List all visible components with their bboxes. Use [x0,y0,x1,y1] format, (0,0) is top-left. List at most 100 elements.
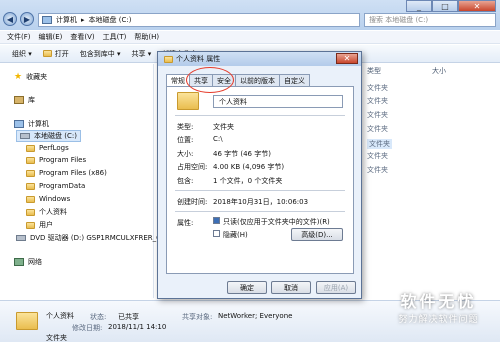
menu-tools[interactable]: 工具(T) [103,32,127,42]
computer-icon [42,16,52,24]
sidebar-label: 本地磁盘 (C:) [34,132,77,140]
maximize-button[interactable]: □ [432,0,458,12]
sidebar-label: Program Files (x86) [39,169,107,177]
apply-button[interactable]: 应用(A) [316,281,356,294]
ok-button[interactable]: 确定 [227,281,267,294]
checkbox[interactable] [213,230,220,237]
forward-button[interactable]: ▶ [20,12,34,26]
prop-value: 2018年10月31日，10:06:03 [213,198,309,206]
prop-value: C:\ [213,135,223,143]
sidebar-label: Program Files [39,156,87,164]
dialog-close-button[interactable]: ✕ [336,53,358,64]
general-panel: 个人资料 类型: 文件夹 位置: C:\ 大小: 46 字节 (46 字节) 占用空间… [166,86,354,274]
prop-row-type: 类型: 文件夹 [177,122,234,132]
back-button[interactable]: ◀ [3,12,17,26]
readonly-checkbox[interactable]: 只读(仅应用于文件夹中的文件)(R) [213,217,330,227]
dialog-title: 个人资料 属性 [176,55,221,63]
prop-label: 创建时间: [177,198,208,206]
column-header-size[interactable]: 大小 [432,66,446,76]
type-cell: 文件夹 [367,97,388,105]
sidebar-item-libraries[interactable]: 库 [14,95,35,105]
library-icon [14,96,24,104]
drive-icon [20,133,30,139]
tab-customize[interactable]: 自定义 [279,74,310,86]
folder-name-input[interactable]: 个人资料 [213,95,343,108]
share-label: 共享 ▾ [131,49,152,58]
sidebar-item-folder[interactable]: Program Files (x86) [26,169,107,177]
organize-button[interactable]: 组织 ▾ [12,49,32,59]
details-state-value: 已共享 [118,313,139,321]
details-mod-label: 修改日期: [72,324,103,332]
type-cell-selected: 文件夹 [367,139,392,149]
folder-icon [26,195,35,203]
sidebar-label: 收藏夹 [26,73,48,81]
menu-file[interactable]: 文件(F) [7,32,31,42]
sidebar-item-folder[interactable]: PerfLogs [26,144,69,152]
sidebar-item-folder[interactable]: Program Files [26,156,86,164]
checkbox-label: 隐藏(H) [223,231,248,239]
highlight-circle [186,67,234,93]
checkbox-indeterminate[interactable] [213,217,220,224]
folder-icon [177,92,199,110]
prop-value: 4.00 KB (4,096 字节) [213,163,285,171]
sidebar-item-folder[interactable]: Windows [26,195,70,203]
sidebar-item-network[interactable]: 网络 [14,257,42,267]
advanced-button[interactable]: 高级(D)... [291,228,343,241]
sidebar-item-folder[interactable]: ProgramData [26,182,85,190]
sidebar-label: 网络 [28,258,42,266]
sidebar-item-drive-c[interactable]: 本地磁盘 (C:) [16,130,81,142]
folder-icon [26,221,35,229]
nav-buttons: ◀ ▶ [3,12,34,26]
divider [175,190,345,191]
prop-label: 位置: [177,136,194,144]
folder-icon [16,312,38,330]
prop-label: 占用空间: [177,163,208,171]
tab-previous-versions[interactable]: 以前的版本 [235,74,280,86]
sidebar-item-dvd[interactable]: DVD 驱动器 (D:) GSP1RMCULXFRER_C [16,233,161,243]
open-button[interactable]: 打开 [42,49,69,59]
prop-row-location: 位置: C:\ [177,135,223,145]
watermark-subtitle: 努力解决软件问题 [398,315,479,325]
folder-icon [26,182,35,190]
prop-label: 类型: [177,123,194,131]
include-library-button[interactable]: 包含到库中 ▾ [80,49,121,59]
column-header-type[interactable]: 类型 [367,66,381,76]
type-cell: 文件夹 [367,84,388,92]
watermark-title: 软件无忧 [400,292,477,311]
details-mod-value: 2018/11/1 14:10 [108,323,167,331]
breadcrumb-drive[interactable]: 本地磁盘 (C:) [89,15,132,25]
dialog-title-bar: 个人资料 属性 ✕ [158,52,361,66]
folder-icon [26,144,35,152]
prop-row-created: 创建时间: 2018年10月31日，10:06:03 [177,197,308,207]
share-button[interactable]: 共享 ▾ [132,49,152,59]
prop-label: 属性: [177,219,194,227]
prop-row-contains: 包含: 1 个文件，0 个文件夹 [177,176,282,186]
sidebar-item-computer[interactable]: 计算机 [14,119,49,129]
sidebar-item-folder[interactable]: 个人资料 [26,207,67,217]
cancel-button[interactable]: 取消 [271,281,311,294]
folder-icon [26,208,35,216]
sidebar-item-folder[interactable]: 用户 [26,220,53,230]
details-share-value: NetWorker; Everyone [218,312,293,320]
sidebar-label: ProgramData [39,182,86,190]
navigation-pane: ★ 收藏夹 库 计算机 本地磁盘 (C:) PerfLogs Program Fi… [0,64,161,298]
title-bar: _ □ ✕ ◀ ▶ 计算机 ▸ 本地磁盘 (C:) 搜索 本地磁盘 (C:) [0,0,500,30]
sidebar-item-favorites[interactable]: ★ 收藏夹 [14,72,47,82]
folder-icon [26,156,35,164]
details-share-label: 共享对象: [182,313,213,321]
organize-label: 组织 ▾ [12,49,32,58]
sidebar-label: PerfLogs [39,144,69,152]
dvd-drive-icon [16,235,26,241]
hidden-checkbox[interactable]: 隐藏(H) [213,230,248,240]
breadcrumb-computer[interactable]: 计算机 [56,15,77,25]
menu-help[interactable]: 帮助(H) [134,32,159,42]
attributes-label: 属性: [177,218,213,228]
search-input[interactable]: 搜索 本地磁盘 (C:) [364,13,496,27]
address-bar[interactable]: 计算机 ▸ 本地磁盘 (C:) [38,13,360,27]
menu-view[interactable]: 查看(V) [70,32,94,42]
minimize-button[interactable]: _ [406,0,432,12]
close-button[interactable]: ✕ [458,0,496,12]
prop-row-size: 大小: 46 字节 (46 字节) [177,149,271,159]
menu-edit[interactable]: 编辑(E) [39,32,63,42]
sidebar-label: 库 [28,96,35,104]
